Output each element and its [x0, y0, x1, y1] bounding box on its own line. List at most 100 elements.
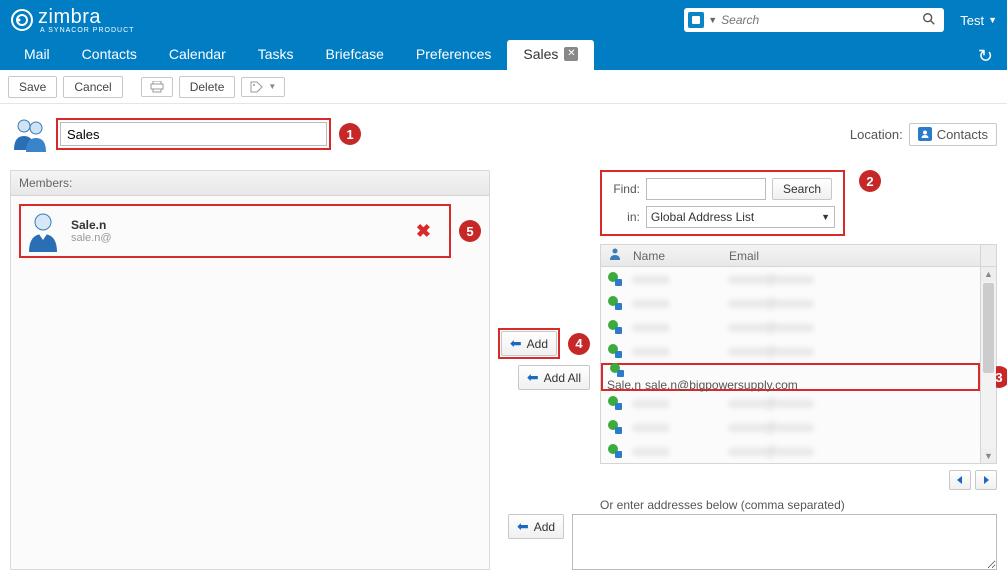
- result-row[interactable]: xxxxxxxxxxxx@xxxxxx: [601, 267, 980, 291]
- manual-entry-label: Or enter addresses below (comma separate…: [600, 498, 997, 512]
- manual-entry-textarea[interactable]: [572, 514, 997, 570]
- scroll-thumb[interactable]: [983, 283, 994, 373]
- chevron-down-icon: ▼: [268, 82, 276, 91]
- results-icon-column[interactable]: [601, 247, 629, 264]
- result-name: xxxxxx: [629, 296, 725, 310]
- tab-calendar[interactable]: Calendar: [153, 40, 242, 70]
- tab-sales[interactable]: Sales ✕: [507, 40, 594, 70]
- remove-member-icon[interactable]: ✖: [402, 221, 445, 242]
- search-scope-dropdown-icon[interactable]: ▼: [708, 15, 717, 25]
- gal-contact-icon: [603, 362, 631, 378]
- results-scrollbar[interactable]: ▲ ▼: [980, 267, 996, 463]
- gal-contact-icon: [601, 295, 629, 311]
- find-input[interactable]: [646, 178, 766, 200]
- tab-close-icon[interactable]: ✕: [564, 47, 578, 61]
- content-area: 1 Location: Contacts Members:: [0, 104, 1007, 578]
- arrow-left-icon: ⬅: [527, 369, 539, 386]
- result-email: xxxxxx@xxxxxx: [725, 344, 980, 358]
- chevron-down-icon: ▼: [988, 15, 997, 25]
- brand-icon: [10, 8, 34, 32]
- member-email: sale.n@: [71, 232, 402, 244]
- scroll-up-icon[interactable]: ▲: [981, 267, 996, 281]
- annotation-5: 5: [459, 220, 481, 242]
- toolbar: Save Cancel Delete ▼: [0, 70, 1007, 104]
- result-row[interactable]: xxxxxxxxxxxx@xxxxxx: [601, 415, 980, 439]
- print-button[interactable]: [141, 77, 173, 97]
- page-next-button[interactable]: [975, 470, 997, 490]
- tab-mail[interactable]: Mail: [8, 40, 66, 70]
- app-header: zimbra A SYNACOR PRODUCT ▼ Test ▼: [0, 0, 1007, 40]
- group-header-row: 1 Location: Contacts: [10, 112, 997, 156]
- results-pager: [600, 470, 997, 490]
- tab-tasks[interactable]: Tasks: [242, 40, 310, 70]
- gal-contact-icon: [601, 319, 629, 335]
- gal-contact-icon: [601, 343, 629, 359]
- manual-entry-row: ⬅ Add: [600, 514, 997, 570]
- result-row[interactable]: xxxxxxxxxxxx@xxxxxx: [601, 391, 980, 415]
- member-name: Sale.n: [71, 218, 402, 232]
- result-email: sale.n@bigpowersupply.com: [641, 378, 798, 392]
- location-button[interactable]: Contacts: [909, 123, 997, 146]
- tag-menu-button[interactable]: ▼: [241, 77, 285, 97]
- scroll-down-icon[interactable]: ▼: [981, 449, 996, 463]
- find-search-button[interactable]: Search: [772, 178, 832, 200]
- delete-button[interactable]: Delete: [179, 76, 236, 98]
- result-email: xxxxxx@xxxxxx: [725, 420, 980, 434]
- gal-contact-icon: [601, 271, 629, 287]
- cancel-button[interactable]: Cancel: [63, 76, 122, 98]
- result-row[interactable]: xxxxxxxxxxxx@xxxxxx: [601, 439, 980, 463]
- in-select[interactable]: Global Address List ▼: [646, 206, 835, 228]
- location-area: Location: Contacts: [850, 123, 997, 146]
- in-select-value: Global Address List: [651, 210, 754, 224]
- result-email: xxxxxx@xxxxxx: [725, 444, 980, 458]
- tab-briefcase[interactable]: Briefcase: [310, 40, 400, 70]
- result-name: xxxxxx: [629, 396, 725, 410]
- gal-contact-icon: [601, 443, 629, 459]
- result-row-selected[interactable]: Sale.nsale.n@bigpowersupply.com: [603, 362, 798, 392]
- group-name-input[interactable]: [60, 122, 327, 146]
- main-tabs: Mail Contacts Calendar Tasks Briefcase P…: [0, 40, 1007, 70]
- location-label: Location:: [850, 127, 903, 142]
- search-scope-icon[interactable]: [688, 12, 704, 28]
- refresh-icon[interactable]: ↻: [978, 46, 993, 67]
- manual-add-button[interactable]: ⬅ Add: [508, 514, 564, 539]
- group-name-highlight: [56, 118, 331, 150]
- add-all-button-label: Add All: [544, 371, 581, 385]
- result-email: xxxxxx@xxxxxx: [725, 320, 980, 334]
- user-menu[interactable]: Test ▼: [960, 13, 997, 28]
- add-button[interactable]: ⬅ Add: [501, 331, 557, 356]
- result-name: Sale.n: [603, 378, 641, 392]
- tab-sales-label: Sales: [523, 46, 558, 62]
- lower-columns: Members: Sale.n sale.n@: [10, 170, 997, 570]
- results-email-column[interactable]: Email: [725, 249, 980, 263]
- tab-preferences[interactable]: Preferences: [400, 40, 507, 70]
- page-prev-button[interactable]: [949, 470, 971, 490]
- contacts-folder-icon: [918, 127, 932, 141]
- save-button[interactable]: Save: [8, 76, 57, 98]
- result-row[interactable]: xxxxxxxxxxxx@xxxxxx: [601, 339, 980, 363]
- global-search[interactable]: ▼: [684, 8, 944, 32]
- add-all-button[interactable]: ⬅ Add All: [518, 365, 590, 390]
- search-column: Find: Search in: Global Address List ▼ 2: [600, 170, 997, 570]
- scrollbar-header: [980, 245, 996, 266]
- chevron-down-icon: ▼: [821, 212, 830, 222]
- find-label: Find:: [610, 182, 640, 196]
- brand-text: zimbra: [38, 6, 134, 29]
- location-value: Contacts: [937, 127, 988, 142]
- search-icon[interactable]: [918, 12, 940, 29]
- results-rows: xxxxxxxxxxxx@xxxxxxxxxxxxxxxxxx@xxxxxxxx…: [601, 267, 980, 463]
- member-row[interactable]: Sale.n sale.n@ ✖: [25, 210, 445, 252]
- result-row[interactable]: xxxxxxxxxxxx@xxxxxx: [601, 315, 980, 339]
- add-button-label: Add: [527, 337, 548, 351]
- result-name: xxxxxx: [629, 344, 725, 358]
- result-row[interactable]: xxxxxxxxxxxx@xxxxxx: [601, 291, 980, 315]
- result-name: xxxxxx: [629, 444, 725, 458]
- gal-contact-icon: [601, 395, 629, 411]
- in-label: in:: [610, 210, 640, 224]
- search-input[interactable]: [721, 13, 918, 27]
- results-name-column[interactable]: Name: [629, 249, 725, 263]
- annotation-1: 1: [339, 123, 361, 145]
- member-row-highlight: Sale.n sale.n@ ✖: [19, 204, 451, 258]
- tab-contacts[interactable]: Contacts: [66, 40, 153, 70]
- manual-add-label: Add: [534, 520, 555, 534]
